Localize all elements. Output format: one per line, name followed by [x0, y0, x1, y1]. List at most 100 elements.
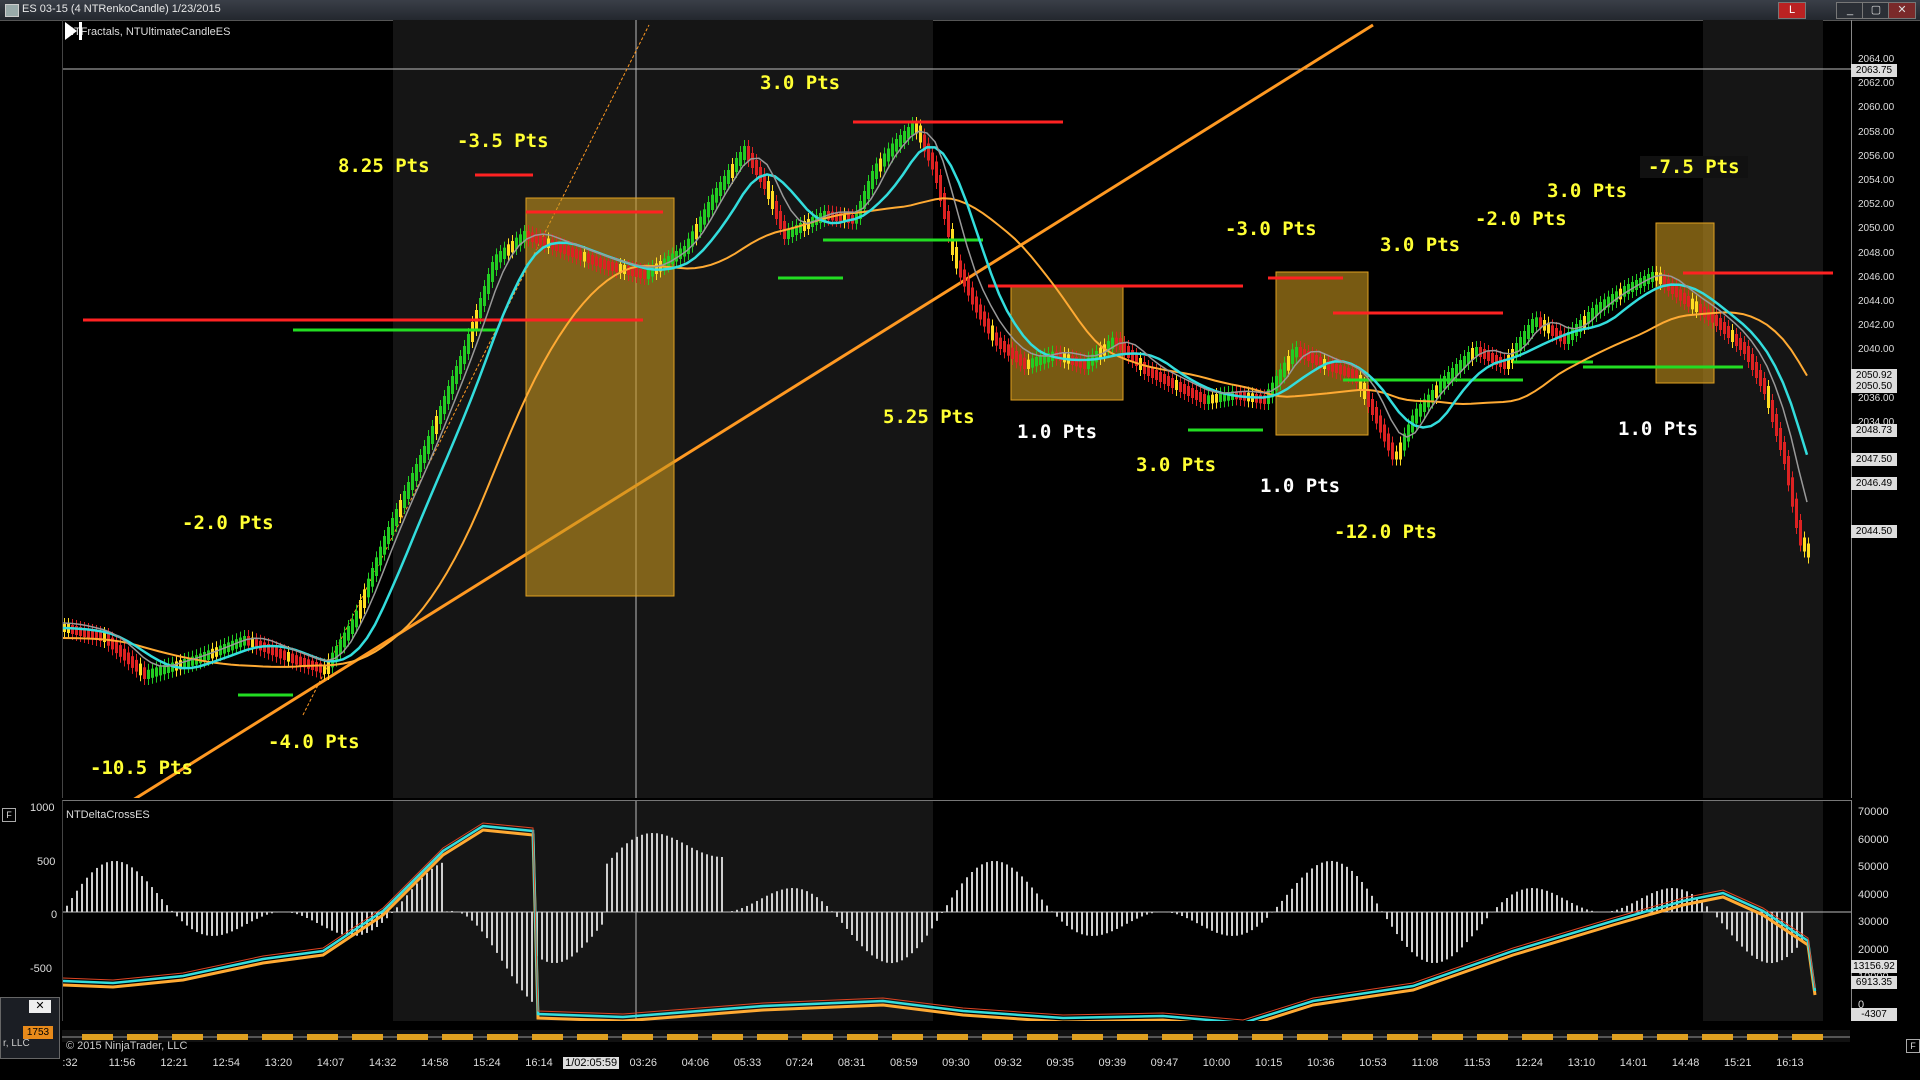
candle-body: [743, 146, 746, 160]
candle-body: [1011, 347, 1014, 359]
trade-result-label: -12.0 Pts: [1334, 521, 1437, 543]
panel-f-button-right[interactable]: F: [1906, 1039, 1920, 1053]
trade-result-label: 1.0 Pts: [1017, 421, 1098, 443]
candle-body: [1527, 325, 1530, 339]
candle-body: [1483, 349, 1486, 359]
strip-marker: [367, 1034, 383, 1040]
candle-body: [403, 491, 406, 508]
mini-floating-window[interactable]: ✕ 1753 r, LLC: [0, 997, 60, 1059]
time-axis-label: 14:01: [1619, 1057, 1648, 1069]
oscillator-canvas: [63, 801, 1851, 1021]
candle-body: [1195, 390, 1198, 400]
candle-body: [359, 600, 362, 619]
candle-body: [983, 311, 986, 327]
candle-body: [1291, 349, 1294, 364]
candle-body: [967, 278, 970, 296]
candle-body: [1399, 442, 1402, 460]
candle-body: [947, 211, 950, 237]
candle-body: [711, 194, 714, 210]
candle-body: [1723, 322, 1726, 334]
mini-close-button[interactable]: ✕: [29, 1000, 51, 1013]
close-button[interactable]: ✕: [1888, 2, 1916, 19]
candle-body: [1507, 355, 1510, 369]
trade-result-label: 3.0 Pts: [1547, 180, 1628, 202]
candle-body: [343, 632, 346, 648]
candle-body: [879, 158, 882, 172]
oscillator-panel[interactable]: NTDeltaCrossES: [62, 800, 1852, 1021]
strip-marker: [232, 1034, 248, 1040]
trade-result-label: 3.0 Pts: [760, 72, 841, 94]
candle-body: [755, 160, 758, 175]
time-axis-label: 12:54: [212, 1057, 240, 1069]
time-axis-label: 16:13: [1776, 1057, 1804, 1069]
candle-body: [727, 170, 730, 184]
time-axis-label: 12:24: [1515, 1057, 1544, 1069]
candle-body: [363, 589, 366, 608]
strip-marker: [217, 1034, 233, 1040]
time-axis-label: 16:14: [525, 1057, 553, 1069]
window-titlebar[interactable]: ES 03-15 (4 NTRenkoCandle) 1/23/2015 L _…: [0, 0, 1920, 21]
candle-body: [459, 356, 462, 374]
candle-body: [1075, 357, 1078, 367]
strip-marker: [982, 1034, 998, 1040]
candle-body: [275, 647, 278, 657]
candle-body: [643, 270, 646, 279]
time-axis-label: 08:31: [837, 1057, 866, 1069]
candle-body: [903, 131, 906, 143]
strip-marker: [547, 1034, 563, 1040]
candle-body: [1151, 368, 1154, 378]
strip-marker: [397, 1034, 413, 1040]
skip-to-end-icon[interactable]: [63, 20, 85, 42]
candle-body: [731, 164, 734, 178]
strip-marker: [457, 1034, 473, 1040]
price-axis-tick: 2036.00: [1858, 392, 1895, 404]
candle-body: [927, 143, 930, 161]
time-axis-label: 14:48: [1671, 1057, 1700, 1069]
candle-body: [1219, 393, 1222, 402]
strip-marker: [1132, 1034, 1148, 1040]
strip-marker: [1537, 1034, 1553, 1040]
candle-body: [423, 446, 426, 463]
price-axis-tick: 2040.00: [1858, 344, 1895, 356]
candle-body: [715, 188, 718, 203]
strip-marker: [682, 1034, 698, 1040]
time-axis-label: 09:47: [1150, 1057, 1179, 1069]
candle-body: [339, 639, 342, 654]
candle-body: [511, 241, 514, 253]
trade-result-label: -2.0 Pts: [1475, 208, 1567, 230]
candle-body: [479, 298, 482, 318]
candle-body: [375, 557, 378, 576]
candle-body: [1003, 341, 1006, 353]
strip-marker: [1567, 1034, 1583, 1040]
restore-button[interactable]: ▢: [1862, 2, 1890, 19]
strip-marker: [577, 1034, 593, 1040]
price-axis-tick: 2048.00: [1858, 247, 1895, 259]
time-axis-label: 07:24: [785, 1057, 814, 1069]
strip-marker: [667, 1034, 683, 1040]
strip-marker: [1342, 1034, 1358, 1040]
panel-f-button[interactable]: F: [2, 808, 16, 822]
price-axis-tick: 2056.00: [1858, 150, 1895, 162]
osc-right-tick: 40000: [1858, 888, 1889, 901]
candle-body: [595, 256, 598, 266]
trade-result-label: -2.0 Pts: [182, 512, 274, 534]
strip-marker: [757, 1034, 773, 1040]
osc-right-tick: 30000: [1858, 916, 1889, 928]
candle-body: [1683, 292, 1686, 304]
strip-marker: [1792, 1034, 1808, 1040]
candle-body: [443, 396, 446, 414]
alert-button[interactable]: L: [1778, 2, 1806, 19]
candle-body: [1175, 380, 1178, 390]
candle-body: [247, 636, 250, 646]
time-axis[interactable]: :32 11:56 12:21 12:54 13:20 14:07 14:32 14:58 15…: [62, 1050, 1850, 1070]
minimize-button[interactable]: _: [1836, 2, 1864, 19]
strip-marker: [637, 1034, 653, 1040]
chart-scrollbar[interactable]: [62, 1030, 1850, 1042]
candle-body: [931, 152, 934, 170]
candle-body: [455, 366, 458, 384]
candle-body: [1359, 375, 1362, 391]
candle-body: [199, 653, 202, 664]
strip-marker: [892, 1034, 908, 1040]
trade-result-label: 5.25 Pts: [883, 406, 975, 428]
strip-marker: [1087, 1034, 1103, 1040]
